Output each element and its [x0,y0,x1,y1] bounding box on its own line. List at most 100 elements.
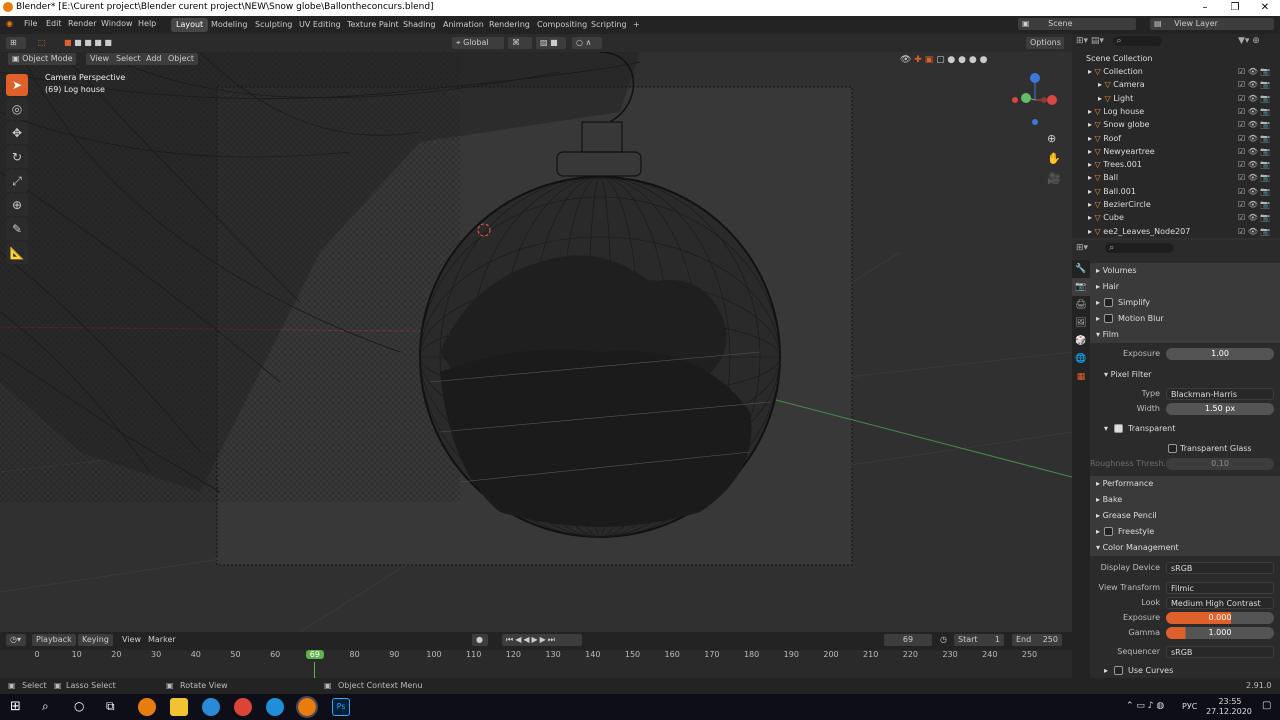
render-tab-icon[interactable]: 📷 [1072,278,1090,296]
tab-rendering[interactable]: Rendering [484,18,535,32]
bake-section[interactable]: ▸ Bake [1090,492,1280,508]
playhead-line[interactable] [313,662,315,678]
outliner-row[interactable]: ▸ ▽ BezierCircle ☑ 👁 📷 [1072,198,1280,211]
tab-texture-paint[interactable]: Texture Paint [342,18,404,32]
freestyle-section[interactable]: ▸ Freestyle [1090,524,1280,540]
world-tab-icon[interactable]: 🌐 [1072,350,1090,368]
menu-help[interactable]: Help [138,19,156,28]
chrome-icon[interactable] [234,698,252,716]
menu-window[interactable]: Window [101,19,133,28]
language-indicator[interactable]: РУС [1182,702,1197,711]
playback-menu[interactable]: Playback [32,634,76,646]
3d-viewport[interactable]: ➤ ◎ ✥ ↻ ⤢ ⊕ ✎ 📐 Camera Perspective (69) … [0,52,1072,632]
view-menu-timeline[interactable]: View [118,634,145,646]
outliner-row[interactable]: ▸ ▽ Ball.001 ☑ 👁 📷 [1072,185,1280,198]
outliner-row[interactable]: ▸ ▽ Light ☑ 👁 📷 [1072,92,1280,105]
outliner-row[interactable]: ▸ ▽ Newyeartree ☑ 👁 📷 [1072,145,1280,158]
outliner-row[interactable]: ▸ ▽ Collection ☑ 👁 📷 [1072,65,1280,78]
tab-scripting[interactable]: Scripting [586,18,632,32]
tab-uv-editing[interactable]: UV Editing [294,18,346,32]
simplify-section[interactable]: ▸ Simplify [1090,295,1280,311]
filter-icon[interactable]: ▼▾ ⊕ [1238,36,1260,46]
outliner-row[interactable]: ▸ ▽ ee2_Leaves_Node207 ☑ 👁 📷 [1072,225,1280,238]
options-dropdown[interactable]: Options [1026,37,1064,49]
proportional-edit-button[interactable]: ○ ∧ [572,37,602,49]
cortana-icon[interactable]: ○ [74,699,84,713]
search-icon[interactable]: ⌕ [42,699,49,714]
camera-view-icon[interactable]: 🎥 [1047,172,1061,185]
select-menu[interactable]: Select [112,53,145,65]
motion-blur-section[interactable]: ▸ Motion Blur [1090,311,1280,327]
tab-modeling[interactable]: Modeling [206,18,252,32]
close-button[interactable]: ✕ [1250,0,1280,16]
clock-icon[interactable]: ◷ [936,634,950,646]
editor-type-button[interactable]: ⊞ [6,37,26,49]
view-layer-selector[interactable]: ▤ View Layer [1150,18,1274,30]
object-menu[interactable]: Object [164,53,199,65]
motion-blur-checkbox[interactable] [1104,314,1113,323]
performance-section[interactable]: ▸ Performance [1090,476,1280,492]
windows-start-icon[interactable]: ⊞ [10,699,21,714]
photoshop-icon[interactable]: Ps [332,698,350,716]
scene-selector[interactable]: ▣ Scene [1018,18,1136,30]
visibility-toggles-icon[interactable]: ☑ 👁 📷 [1238,65,1270,78]
film-section[interactable]: ▾ Film [1090,327,1280,343]
view-layer-tab-icon[interactable]: 🖼 [1072,314,1090,332]
current-frame-field[interactable]: 69 [884,634,932,646]
timeline-editor-icon[interactable]: ◷▾ [6,634,26,646]
blender-active-taskbar-icon[interactable] [296,696,318,718]
notifications-icon[interactable]: ▢ [1262,700,1271,711]
filter-type-dropdown[interactable]: Blackman-Harris [1166,388,1274,400]
sequencer-dropdown[interactable]: sRGB [1166,646,1274,658]
transform-tool-icon[interactable]: ⊕ [6,194,28,216]
scene-tab-icon[interactable]: 🎲 [1072,332,1090,350]
zoom-icon[interactable]: ⊕ [1047,132,1056,145]
move-tool-icon[interactable]: ✥ [6,122,28,144]
outliner-row[interactable]: ▸ ▽ Roof ☑ 👁 📷 [1072,132,1280,145]
visibility-toggles-icon[interactable]: ☑ 👁 📷 [1238,78,1270,91]
output-tab-icon[interactable]: 🖨 [1072,296,1090,314]
transparent-checkbox[interactable] [1114,424,1123,433]
view-transform-dropdown[interactable]: Filmic [1166,582,1274,594]
start-frame-field[interactable]: Start 1 [954,634,1004,646]
tab-shading[interactable]: Shading [398,18,441,32]
use-curves-row[interactable]: ▸ Use Curves [1090,664,1280,678]
pivot-point-button[interactable]: ⌘ [508,37,532,49]
hair-section[interactable]: ▸ Hair [1090,279,1280,295]
minimize-button[interactable]: – [1190,0,1220,16]
blender-taskbar-icon[interactable] [138,698,156,716]
visibility-toggles-icon[interactable]: ☑ 👁 📷 [1238,118,1270,131]
visibility-toggles-icon[interactable]: ☑ 👁 📷 [1238,171,1270,184]
add-workspace-button[interactable]: + [628,18,645,32]
visibility-toggles-icon[interactable]: ☑ 👁 📷 [1238,132,1270,145]
display-device-dropdown[interactable]: sRGB [1166,562,1274,574]
outliner-search-icon[interactable]: ⌕ [1112,36,1162,46]
use-curves-checkbox[interactable] [1114,666,1123,675]
tab-animation[interactable]: Animation [438,18,489,32]
visibility-toggles-icon[interactable]: ☑ 👁 📷 [1238,198,1270,211]
playback-controls[interactable]: ⏮◀◀▶▶⏭ [502,634,582,646]
visibility-toggles-icon[interactable]: ☑ 👁 📷 [1238,105,1270,118]
cursor-tool-icon[interactable]: ◎ [6,98,28,120]
annotate-tool-icon[interactable]: ✎ [6,218,28,240]
snap-button[interactable]: ▨ ■ [536,37,566,49]
view-menu[interactable]: View [86,53,113,65]
gamma-slider[interactable]: 1.000 [1166,627,1274,639]
measure-tool-icon[interactable]: 📐 [6,242,28,264]
outliner-row[interactable]: ▸ ▽ Camera ☑ 👁 📷 [1072,78,1280,91]
texture-tab-icon[interactable]: ▦ [1072,368,1090,386]
outliner-row[interactable]: ▸ ▽ Cube ☑ 👁 📷 [1072,211,1280,224]
select-tool-icon[interactable]: ➤ [6,74,28,96]
tab-layout[interactable]: Layout [171,18,209,32]
grease-pencil-section[interactable]: ▸ Grease Pencil [1090,508,1280,524]
film-exposure-field[interactable]: 1.00 [1166,348,1274,360]
end-frame-field[interactable]: End 250 [1012,634,1062,646]
outliner-row[interactable]: ▸ ▽ Trees.001 ☑ 👁 📷 [1072,158,1280,171]
frame-ruler[interactable]: 0 10 20 30 40 50 60 69 80 90 100 110 120 130 140 150 160… [0,650,1072,678]
color-management-section[interactable]: ▾ Color Management [1090,540,1280,556]
transform-orientation-dropdown[interactable]: ⌖ Global [452,37,504,49]
selection-mode-buttons[interactable]: ■ ■ ■ ■ ■ [60,37,122,49]
rotate-tool-icon[interactable]: ↻ [6,146,28,168]
visibility-toggles-icon[interactable]: ☑ 👁 📷 [1238,225,1270,238]
file-explorer-icon[interactable] [170,698,188,716]
